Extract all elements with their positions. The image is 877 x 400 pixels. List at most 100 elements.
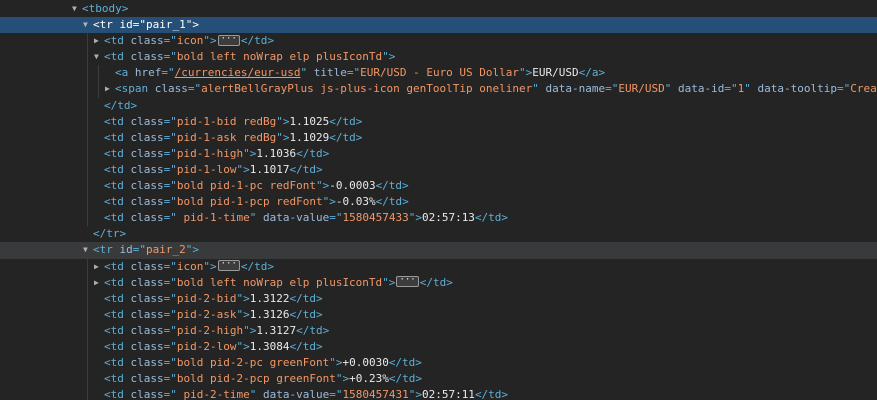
tag-token: <tbody> [82, 2, 129, 15]
attribute-value: icon [176, 259, 204, 273]
expand-toggle-open-icon[interactable]: ▼ [94, 49, 104, 65]
attribute-name: data-value [262, 388, 330, 400]
href-link[interactable]: /currencies/eur-usd [175, 66, 301, 79]
attribute-name: class [130, 195, 164, 209]
dom-node-line[interactable]: <td class="bold pid-1-pc redFont">-0.000… [0, 178, 877, 195]
indent-guide [87, 322, 88, 339]
tag-token: "> [408, 388, 422, 400]
dom-node-line[interactable]: <td class="pid-2-bid">1.3122</td> [0, 290, 877, 307]
dom-node-line[interactable]: <td class="pid-1-low">1.1017</td> [0, 161, 877, 179]
collapsed-children-ellipsis-button[interactable]: ··· [217, 260, 240, 271]
dom-node-line[interactable]: <td class="pid-1-ask redBg">1.1029</td> [0, 129, 877, 146]
tag-token: <td [104, 195, 131, 209]
attribute-value: 1580457431 [342, 388, 409, 400]
tag-token: <tr [93, 18, 120, 32]
dom-node-line[interactable]: <td class="pid-1-bid redBg">1.1025</td> [0, 113, 877, 130]
attribute-name: class [130, 323, 164, 337]
tag-token: <td [104, 211, 131, 225]
attribute-name: class [130, 50, 164, 64]
tag-token: "> [185, 18, 199, 32]
dom-node-line[interactable]: ▼ <tr id="pair_2"> [0, 242, 877, 259]
expand-toggle-closed-icon[interactable]: ▶ [94, 275, 104, 291]
attribute-name: data-value [262, 211, 330, 225]
tag-token: "> [236, 339, 250, 353]
attribute-name: class [130, 388, 164, 400]
collapsed-children-ellipsis-button[interactable]: ··· [217, 34, 240, 46]
dom-node-line[interactable]: ▶ <span class="alertBellGrayPlus js-plus-… [0, 81, 877, 98]
collapsed-children-ellipsis-button[interactable]: ··· [396, 276, 419, 288]
attribute-value: alertBellGrayPlus js-plus-icon genToolTi… [201, 82, 533, 96]
expand-toggle-closed-icon[interactable]: ▶ [94, 259, 104, 275]
dom-node-line[interactable]: <td class="pid-2-high">1.3127</td> [0, 322, 877, 339]
text-node: 1.3126 [249, 307, 290, 321]
indent-guide [87, 338, 88, 356]
tag-token: =" [329, 211, 343, 225]
expand-toggle-closed-icon[interactable]: ▶ [94, 33, 104, 49]
indent-guide [87, 371, 88, 388]
indent-guide [87, 49, 88, 66]
text-node: -0.03% [335, 195, 376, 209]
tag-token: =" [163, 275, 177, 289]
expand-toggle-open-icon[interactable]: ▼ [83, 17, 93, 33]
indent-guide [87, 81, 88, 98]
tag-token: </td> [375, 179, 409, 193]
dom-node-line[interactable]: <td class=" pid-2-time" data-value="1580… [0, 387, 877, 400]
text-node: -0.0003 [329, 179, 376, 193]
text-node: 1.1025 [289, 114, 330, 128]
dom-node-line[interactable]: </tr> [0, 226, 877, 242]
attribute-value: pid-1-ask redBg [176, 130, 277, 144]
expand-toggle-open-icon[interactable]: ▼ [83, 242, 93, 258]
dom-node-line[interactable]: <a href="/currencies/eur-usd" title="EUR… [0, 65, 877, 82]
dom-node-line[interactable]: </td> [0, 97, 877, 114]
dom-node-line[interactable]: ▼ <tbody> [0, 1, 877, 17]
text-node: 1.1017 [249, 162, 290, 176]
indent-guide [87, 178, 88, 195]
attribute-name: data-tooltip [757, 82, 837, 96]
expand-toggle-closed-icon[interactable]: ▶ [105, 81, 115, 97]
dom-node-line[interactable]: ▶ <td class="icon"> ··· </td> [0, 258, 877, 275]
attribute-name: class [130, 162, 164, 176]
attribute-name: class [130, 211, 164, 225]
tag-token: =" [132, 18, 146, 32]
tag-token: =" [163, 356, 177, 370]
tag-token: <td [104, 179, 131, 193]
text-node: 1.3084 [249, 339, 290, 353]
dom-node-line[interactable]: <td class="pid-1-high">1.1036</td> [0, 145, 877, 162]
dom-node-line[interactable]: <td class="bold pid-1-pcp redFont">-0.03… [0, 194, 877, 211]
tag-token: "> [322, 195, 336, 209]
attribute-name: class [130, 130, 164, 144]
tag-token: </td> [289, 307, 323, 321]
tag-token: </td> [289, 339, 323, 353]
tag-token: =" [163, 388, 177, 400]
dom-node-line[interactable]: <td class="bold pid-2-pcp greenFont">+0.… [0, 371, 877, 388]
attribute-value: bold left noWrap elp plusIconTd [176, 50, 383, 64]
attribute-value: bold pid-1-pc redFont [176, 179, 316, 193]
tag-token: "> [243, 323, 257, 337]
indent-guide [87, 210, 88, 227]
tag-token: <td [104, 291, 131, 305]
expand-toggle-open-icon[interactable]: ▼ [72, 1, 82, 17]
dom-node-line[interactable]: <td class="pid-2-ask">1.3126</td> [0, 306, 877, 323]
attribute-value: Crea [850, 82, 877, 96]
tag-token: =" [163, 372, 177, 386]
tag-token: =" [605, 82, 619, 96]
elements-dom-tree[interactable]: ▼ <tbody> ▼ <tr id="pair_1"> ▶ <td class="ico… [0, 0, 877, 400]
attribute-value: pid-1-time [176, 211, 250, 225]
tag-token: "> [315, 179, 330, 193]
tag-token: "> [408, 211, 422, 225]
dom-node-line[interactable]: <td class=" pid-1-time" data-value="1580… [0, 210, 877, 227]
dom-node-line[interactable]: <td class="pid-2-low">1.3084</td> [0, 338, 877, 356]
tag-token: =" [187, 82, 202, 96]
dom-node-line[interactable]: ▶ <td class="bold left noWrap elp plusIco… [0, 274, 877, 291]
attribute-value: pid-1-bid redBg [176, 114, 277, 128]
tag-token: </td> [329, 130, 363, 144]
dom-node-line[interactable]: ▶ <td class="icon"> ··· </td> [0, 33, 877, 50]
tag-token: =" [163, 291, 177, 305]
tag-token: <span [115, 82, 155, 96]
tag-token: =" [346, 66, 361, 80]
dom-node-line[interactable]: <td class="bold pid-2-pc greenFont">+0.0… [0, 355, 877, 372]
tag-token: "> [236, 162, 250, 176]
dom-node-line[interactable]: ▼ <td class="bold left noWrap elp plusIco… [0, 49, 877, 66]
dom-node-line[interactable]: ▼ <tr id="pair_1"> [0, 17, 877, 34]
tag-token: <td [104, 339, 131, 353]
